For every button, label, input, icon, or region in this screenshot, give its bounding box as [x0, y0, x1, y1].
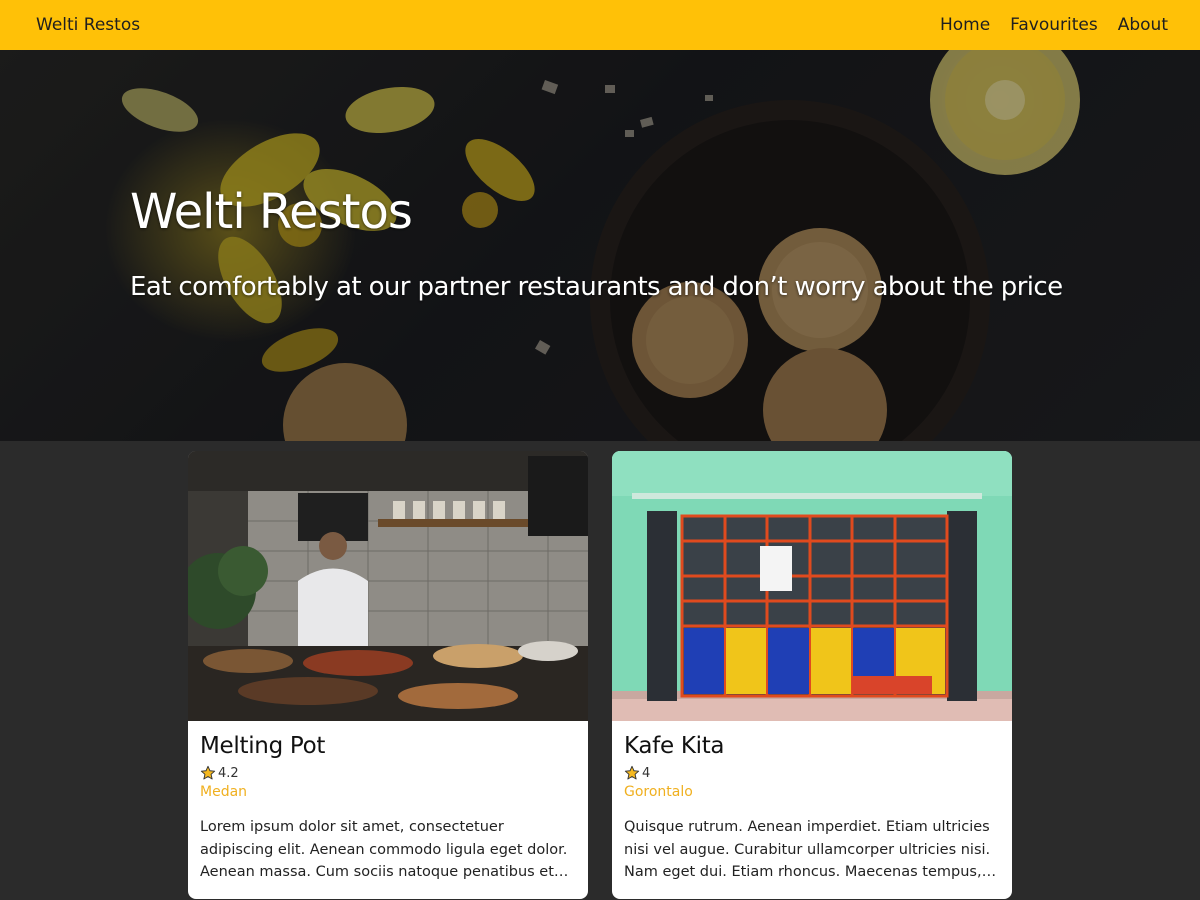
star-icon: [200, 765, 216, 780]
hero-title: Welti Restos: [130, 184, 413, 240]
restaurant-rating: 4.2: [200, 764, 576, 782]
restaurant-list: Melting Pot 4.2 Medan Lorem ipsum dolor …: [188, 451, 1012, 899]
restaurant-name[interactable]: Kafe Kita: [624, 731, 1000, 761]
restaurant-card[interactable]: Kafe Kita 4 Gorontalo Quisque rutrum. Ae…: [612, 451, 1012, 899]
rating-value: 4.2: [218, 765, 239, 781]
rating-value: 4: [642, 765, 651, 781]
nav-favourites-link[interactable]: Favourites: [1000, 15, 1108, 35]
restaurant-description: Quisque rutrum. Aenean imperdiet. Etiam …: [624, 819, 991, 880]
main-nav: Home Favourites About: [930, 15, 1178, 35]
nav-about-link[interactable]: About: [1108, 15, 1178, 35]
app-bar: Welti Restos Home Favourites About: [0, 0, 1200, 50]
restaurant-card[interactable]: Melting Pot 4.2 Medan Lorem ipsum dolor …: [188, 451, 588, 899]
star-icon: [624, 765, 640, 780]
restaurant-description: Lorem ipsum dolor sit amet, consectetuer…: [200, 819, 568, 880]
restaurant-image: [188, 451, 588, 721]
hero-overlay: [0, 50, 1200, 441]
hero-banner: Welti Restos Eat comfortably at our part…: [0, 50, 1200, 441]
nav-home-link[interactable]: Home: [930, 15, 1000, 35]
brand-link[interactable]: Welti Restos: [36, 15, 140, 35]
restaurant-city: Gorontalo: [624, 784, 693, 800]
hero-subtitle: Eat comfortably at our partner restauran…: [130, 272, 1063, 302]
restaurant-rating: 4: [624, 764, 1000, 782]
restaurant-city: Medan: [200, 784, 248, 800]
restaurant-name[interactable]: Melting Pot: [200, 731, 576, 761]
restaurant-image: [612, 451, 1012, 721]
